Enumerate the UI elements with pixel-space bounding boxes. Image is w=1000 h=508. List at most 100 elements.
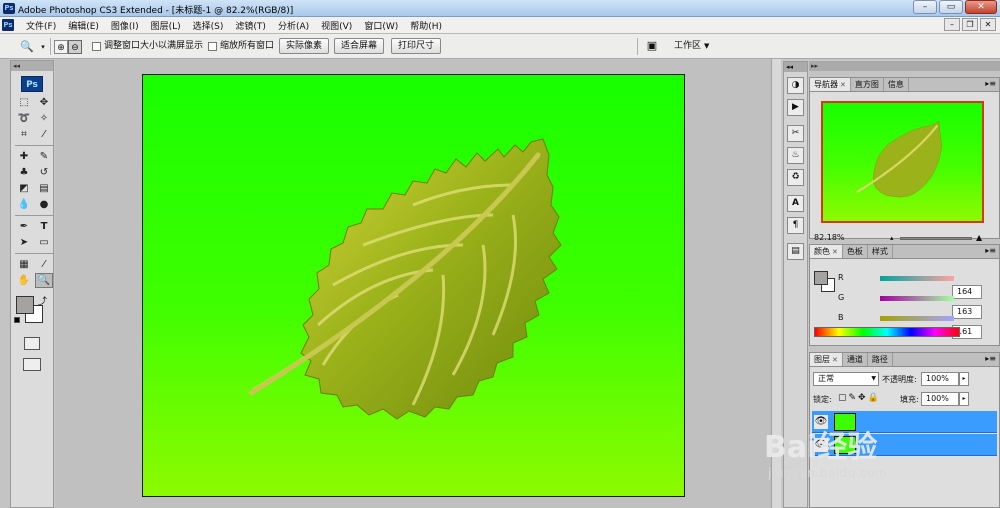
swap-colors-icon[interactable]: ⤴ [38,294,47,307]
clone-source-icon[interactable]: ♻ [787,169,804,186]
blue-slider[interactable] [880,316,954,321]
healing-brush-tool-icon[interactable]: ✚ [15,149,33,164]
tab-paths[interactable]: 路径 [868,353,893,366]
brushes-panel-icon[interactable]: ♨ [787,147,804,164]
tab-styles[interactable]: 样式 [868,245,893,258]
layer-comps-icon[interactable]: ▤ [787,243,804,260]
history-brush-tool-icon[interactable]: ↺ [35,165,53,180]
gradient-tool-icon[interactable]: ▤ [35,181,53,196]
minimize-button[interactable]: – [913,0,937,14]
dodge-tool-icon[interactable]: ● [35,197,53,212]
lock-icons[interactable]: ▢✎✥🔒 [838,393,881,403]
green-slider[interactable] [880,296,954,301]
color-foreground-swatch[interactable] [814,271,828,285]
fill-input[interactable]: 100% [921,392,959,406]
screen-mode-icon[interactable] [23,358,41,371]
window-controls: – ▭ ✕ [911,0,997,15]
actual-pixels-button[interactable]: 实际像素 [279,38,330,54]
panel-menu-icon[interactable]: ▸≡ [985,79,996,88]
close-button[interactable]: ✕ [965,0,997,14]
history-panel-icon[interactable]: ◑ [787,77,804,94]
doc-minimize-button[interactable]: – [944,18,960,31]
clone-stamp-tool-icon[interactable]: ♣ [15,165,33,180]
toolbox-grip[interactable]: ◂◂ [11,61,53,71]
actions-panel-icon[interactable]: ▶ [787,99,804,116]
shape-tool-icon[interactable]: ▭ [35,235,53,250]
tab-color[interactable]: 颜色 ✕ [810,245,843,258]
doc-restore-button[interactable]: ❐ [962,18,978,31]
zoom-tool-icon[interactable]: 🔍 [20,40,34,54]
color-swatches: ⤴ [11,294,53,334]
bridge-icon[interactable]: ▣ [645,39,659,53]
crop-tool-icon[interactable]: ⌗ [15,127,33,142]
dock-grip[interactable]: ◂◂ [784,62,807,72]
green-value-input[interactable]: 163 [952,305,982,319]
fill-arrow-icon[interactable]: ▸ [959,392,969,406]
red-slider[interactable] [880,276,954,281]
menu-layer[interactable]: 图层(L) [145,19,187,32]
blur-tool-icon[interactable]: 💧 [15,197,33,212]
tab-navigator[interactable]: 导航器 ✕ [810,78,851,91]
eraser-tool-icon[interactable]: ◩ [15,181,33,196]
print-size-button[interactable]: 打印尺寸 [391,38,442,54]
document-canvas[interactable] [142,74,685,497]
ps-menu-icon[interactable]: Ps [2,19,14,31]
menu-view[interactable]: 视图(V) [315,19,358,32]
eyedropper-sample-tool-icon[interactable]: ⁄ [35,257,53,272]
tab-info[interactable]: 信息 [884,78,909,91]
tool-preset-dropdown-icon[interactable]: ▾ [36,40,50,54]
tab-layers[interactable]: 图层 ✕ [810,353,843,366]
zoom-in-icon[interactable]: ⊕ [54,40,68,54]
menu-filter[interactable]: 滤镜(T) [229,19,272,32]
zoom-out-icon[interactable]: ⊖ [68,40,82,54]
color-spectrum-bar[interactable] [814,327,960,337]
doc-close-button[interactable]: ✕ [980,18,996,31]
hand-tool-icon[interactable]: ✋ [15,273,33,288]
zoom-tool-icon[interactable]: 🔍 [35,273,53,288]
navigator-thumbnail[interactable] [821,101,984,223]
opacity-arrow-icon[interactable]: ▸ [959,372,969,386]
marquee-tool-icon[interactable]: ⬚ [15,95,33,110]
tool-presets-icon[interactable]: ✂ [787,125,804,142]
tab-swatches[interactable]: 色板 [843,245,868,258]
type-tool-icon[interactable]: T [35,219,53,234]
close-icon: ✕ [840,81,846,89]
opacity-input[interactable]: 100% [921,372,959,386]
default-colors-icon[interactable] [14,317,20,323]
resize-windows-option[interactable]: 调整窗口大小以满屏显示 [92,39,203,53]
notes-tool-icon[interactable]: ▦ [15,257,33,272]
brush-tool-icon[interactable]: ✎ [35,149,53,164]
eyedropper-tool-icon[interactable]: ⁄ [35,127,53,142]
opacity-label: 不透明度: [882,375,917,384]
zoom-all-checkbox[interactable] [208,41,217,51]
lasso-tool-icon[interactable]: ➰ [15,111,33,126]
workspace-menu[interactable]: 工作区 ▼ [674,39,709,53]
menu-image[interactable]: 图像(I) [105,19,145,32]
menu-analysis[interactable]: 分析(A) [272,19,315,32]
pen-tool-icon[interactable]: ✒ [15,219,33,234]
menu-help[interactable]: 帮助(H) [404,19,448,32]
fit-screen-button[interactable]: 适合屏幕 [334,38,385,54]
navigator-zoom-slider[interactable] [900,237,972,240]
paragraph-panel-icon[interactable]: ¶ [787,217,804,234]
magic-wand-tool-icon[interactable]: ✧ [35,111,53,126]
resize-windows-checkbox[interactable] [92,41,101,51]
tab-histogram[interactable]: 直方图 [851,78,884,91]
path-selection-tool-icon[interactable]: ➤ [15,235,33,250]
panel-menu-icon[interactable]: ▸≡ [985,246,996,255]
red-value-input[interactable]: 164 [952,285,982,299]
zoom-all-option[interactable]: 缩放所有窗口 [208,39,274,53]
maximize-button[interactable]: ▭ [939,0,963,14]
panel-grip[interactable]: ▸▸ [809,61,1000,71]
tab-channels[interactable]: 通道 [843,353,868,366]
menu-window[interactable]: 窗口(W) [358,19,404,32]
move-tool-icon[interactable]: ✥ [35,95,53,110]
foreground-color-swatch[interactable] [16,296,34,314]
character-panel-icon[interactable]: A [787,195,804,212]
panel-menu-icon[interactable]: ▸≡ [985,354,996,363]
blend-mode-select[interactable]: 正常 ▼ [813,372,879,386]
menu-file[interactable]: 文件(F) [20,19,62,32]
menu-select[interactable]: 选择(S) [187,19,230,32]
quick-mask-icon[interactable] [24,337,40,350]
menu-edit[interactable]: 编辑(E) [62,19,105,32]
